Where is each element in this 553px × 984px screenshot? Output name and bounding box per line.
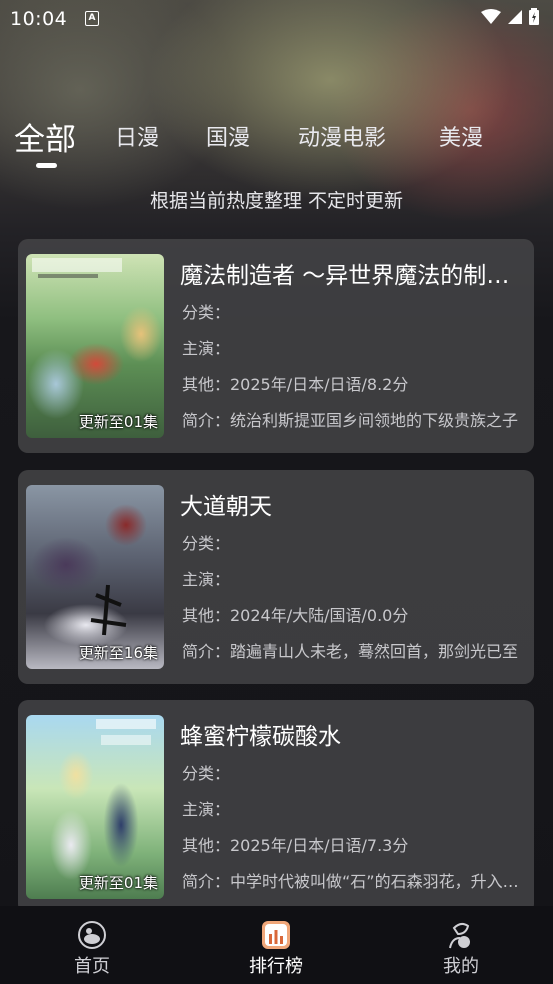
tab-anime-movies[interactable]: 动漫电影 xyxy=(298,120,386,152)
anime-poster[interactable]: 更新至01集 xyxy=(26,715,164,899)
anime-category: 分类： xyxy=(182,303,231,322)
anime-cast: 主演： xyxy=(182,800,231,819)
poster-logo xyxy=(96,719,156,745)
nav-ranking[interactable]: 排行榜 xyxy=(226,920,326,978)
anime-title: 大道朝天 xyxy=(180,494,272,520)
nav-home-label: 首页 xyxy=(74,956,110,977)
signal-icon xyxy=(508,9,522,24)
anime-title: 魔法制造者 ～异世界魔法的制作方法～ xyxy=(180,263,526,289)
nav-profile[interactable]: 我的 xyxy=(411,920,511,978)
bottom-nav: 首页 排行榜 我的 xyxy=(0,906,553,984)
notification-icon: A xyxy=(85,11,99,26)
anime-category: 分类： xyxy=(182,534,231,553)
anime-card[interactable]: 更新至01集 蜂蜜柠檬碳酸水 分类： 主演： 其他：2025年/日本/日语/7.… xyxy=(18,700,534,914)
poster-logo xyxy=(32,258,122,278)
anime-intro: 简介：中学时代被叫做“石”的石森羽花，升入高中 xyxy=(182,872,526,891)
anime-card[interactable]: 更新至01集 魔法制造者 ～异世界魔法的制作方法～ 分类： 主演： 其他：202… xyxy=(18,239,534,453)
episode-badge: 更新至01集 xyxy=(78,874,158,892)
anime-intro: 简介：统治利斯提亚国乡间领地的下级贵族之子 xyxy=(182,411,519,430)
profile-icon xyxy=(449,922,470,949)
status-time: 10:04 xyxy=(10,8,68,30)
episode-badge: 更新至01集 xyxy=(78,413,158,431)
tab-chinese-anime[interactable]: 国漫 xyxy=(206,120,250,152)
tab-american-anime[interactable]: 美漫 xyxy=(439,120,483,152)
battery-icon xyxy=(529,8,539,25)
home-icon xyxy=(78,921,106,949)
system-icons xyxy=(481,8,539,25)
anime-poster[interactable]: 更新至16集 xyxy=(26,485,164,669)
wifi-icon xyxy=(481,8,501,24)
episode-badge: 更新至16集 xyxy=(78,644,158,662)
anime-other: 其他：2025年/日本/日语/8.2分 xyxy=(182,375,409,394)
anime-card[interactable]: 更新至16集 大道朝天 分类： 主演： 其他：2024年/大陆/国语/0.0分 … xyxy=(18,470,534,684)
nav-ranking-label: 排行榜 xyxy=(249,956,303,977)
ranking-icon xyxy=(262,921,290,949)
tab-japanese-anime[interactable]: 日漫 xyxy=(115,120,159,152)
anime-cast: 主演： xyxy=(182,570,231,589)
nav-profile-label: 我的 xyxy=(443,956,479,977)
tab-all[interactable]: 全部 xyxy=(14,114,76,159)
nav-home[interactable]: 首页 xyxy=(42,920,142,978)
anime-poster[interactable]: 更新至01集 xyxy=(26,254,164,438)
category-tabs: 全部 日漫 国漫 动漫电影 美漫 xyxy=(0,112,553,172)
tab-indicator xyxy=(36,163,57,168)
anime-category: 分类： xyxy=(182,764,231,783)
anime-intro: 简介：踏遍青山人未老，蓦然回首，那剑光已至 xyxy=(182,642,519,661)
status-bar: 10:04 A xyxy=(0,0,553,38)
ranking-subtitle: 根据当前热度整理 不定时更新 xyxy=(149,190,404,212)
anime-cast: 主演： xyxy=(182,339,231,358)
anime-other: 其他：2024年/大陆/国语/0.0分 xyxy=(182,606,409,625)
anime-title: 蜂蜜柠檬碳酸水 xyxy=(180,724,341,750)
anime-other: 其他：2025年/日本/日语/7.3分 xyxy=(182,836,409,855)
